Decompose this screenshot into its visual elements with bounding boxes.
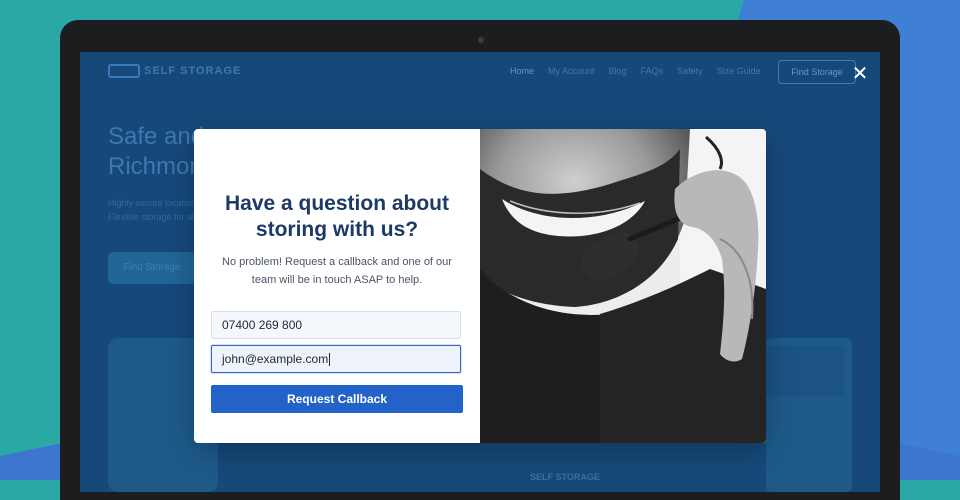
hero-find-storage-button[interactable]: Find Storage <box>108 252 196 284</box>
nav-link-blog[interactable]: Blog <box>609 66 627 76</box>
callback-modal: Have a question about storing with us? N… <box>194 129 766 443</box>
modal-title: Have a question about storing with us? <box>224 192 450 241</box>
logo-text: SELF STORAGE <box>144 64 242 77</box>
nav-links: Home My Account Blog FAQs Safety Size Gu… <box>510 66 761 76</box>
text-caret <box>329 353 331 367</box>
hero-card-right-inner <box>766 346 844 396</box>
email-input-value: john@example.com <box>222 352 329 366</box>
request-callback-button[interactable]: Request Callback <box>211 385 463 413</box>
email-input[interactable]: john@example.com <box>211 345 461 373</box>
logo-icon <box>108 64 140 78</box>
support-agent-photo <box>480 129 766 443</box>
phone-input[interactable]: 07400 269 800 <box>211 311 461 339</box>
nav-link-my-account[interactable]: My Account <box>548 66 595 76</box>
nav-link-size-guide[interactable]: Size Guide <box>717 66 761 76</box>
modal-description: No problem! Request a callback and one o… <box>222 256 452 286</box>
modal-form-panel: Have a question about storing with us? N… <box>194 129 480 443</box>
camera-dot <box>478 37 484 43</box>
find-storage-nav-button[interactable]: Find Storage <box>778 60 856 84</box>
agent-photo-illustration <box>480 129 766 443</box>
nav-link-safety[interactable]: Safety <box>677 66 703 76</box>
nav-link-faqs[interactable]: FAQs <box>641 66 664 76</box>
footer-logo: SELF STORAGE <box>530 472 600 482</box>
phone-input-value: 07400 269 800 <box>222 318 303 332</box>
close-icon[interactable]: ✕ <box>850 64 870 84</box>
site-logo[interactable]: SELF STORAGE <box>108 64 241 78</box>
site-navbar: SELF STORAGE Home My Account Blog FAQs S… <box>80 52 880 92</box>
nav-link-home[interactable]: Home <box>510 66 534 76</box>
